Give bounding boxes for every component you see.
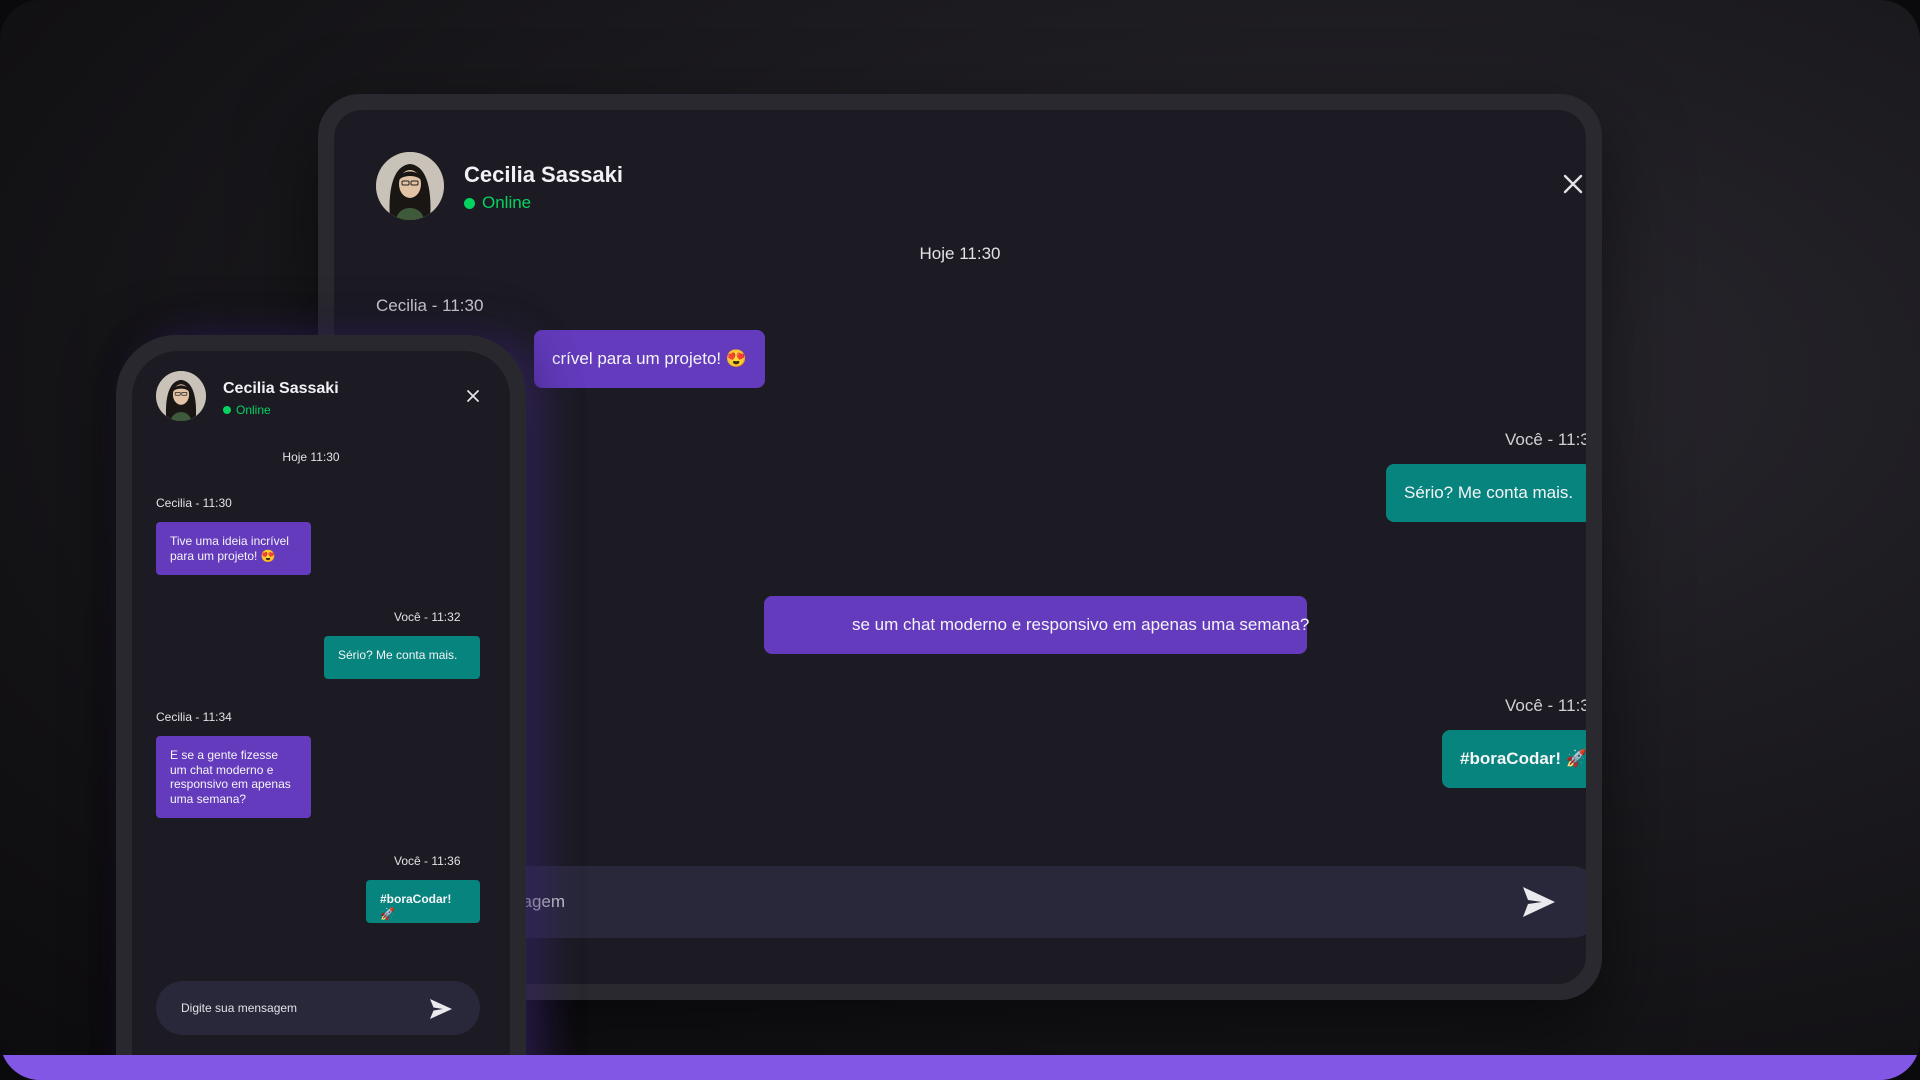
sent-message: Sério? Me conta mais. [324,636,480,679]
sent-message: #boraCodar! 🚀 [366,880,480,923]
online-dot-icon [223,406,231,414]
contact-name: Cecilia Sassaki [464,162,624,187]
avatar-image [376,152,444,220]
day-separator: Hoje 11:30 [282,450,340,464]
mobile-chat-window: Cecilia Sassaki Online Hoje 11:30 Cecili… [132,351,510,1080]
online-status: Online [223,403,271,417]
received-message: E se a gente fizesse um chat moderno e r… [156,736,311,818]
day-separator: Hoje 11:30 [919,244,1001,263]
close-icon[interactable] [1562,173,1584,195]
message-meta: Cecilia - 11:30 [376,296,484,315]
mobile-device-frame: Cecilia Sassaki Online Hoje 11:30 Cecili… [116,335,526,1080]
avatar [156,371,206,421]
presentation-stage: Cecilia Sassaki Online Hoje 11:30 Cecili… [0,0,1920,1080]
message-input[interactable]: Digite sua mensagem [156,981,426,1035]
brand-accent-bar [0,1055,1920,1080]
send-icon[interactable] [1520,883,1558,921]
status-label: Online [482,193,532,212]
avatar [376,152,444,220]
close-icon[interactable] [466,389,480,403]
message-meta: Cecilia - 11:30 [156,496,232,510]
message-composer: Digite sua mensagem [156,981,480,1035]
message-meta: Você - 11:3 [1505,696,1586,715]
avatar-image [156,371,206,421]
received-message: Tive uma ideia incrível para um projeto!… [156,522,311,575]
sent-message: Sério? Me conta mais. [1386,464,1586,522]
status-label: Online [236,403,271,417]
received-message: crível para um projeto! 😍 [534,330,766,388]
sent-message: #boraCodar! 🚀 [1442,730,1586,788]
message-meta: Cecilia - 11:34 [156,710,232,724]
message-meta: Você - 11:3 [1505,430,1586,449]
message-meta: Você - 11:32 [394,610,461,624]
send-icon[interactable] [428,996,454,1022]
contact-name: Cecilia Sassaki [223,380,339,397]
online-status: Online [464,193,531,213]
online-dot-icon [464,197,475,209]
received-message: se um chat moderno e responsivo em apena… [764,596,1309,654]
message-meta: Você - 11:36 [394,854,461,868]
